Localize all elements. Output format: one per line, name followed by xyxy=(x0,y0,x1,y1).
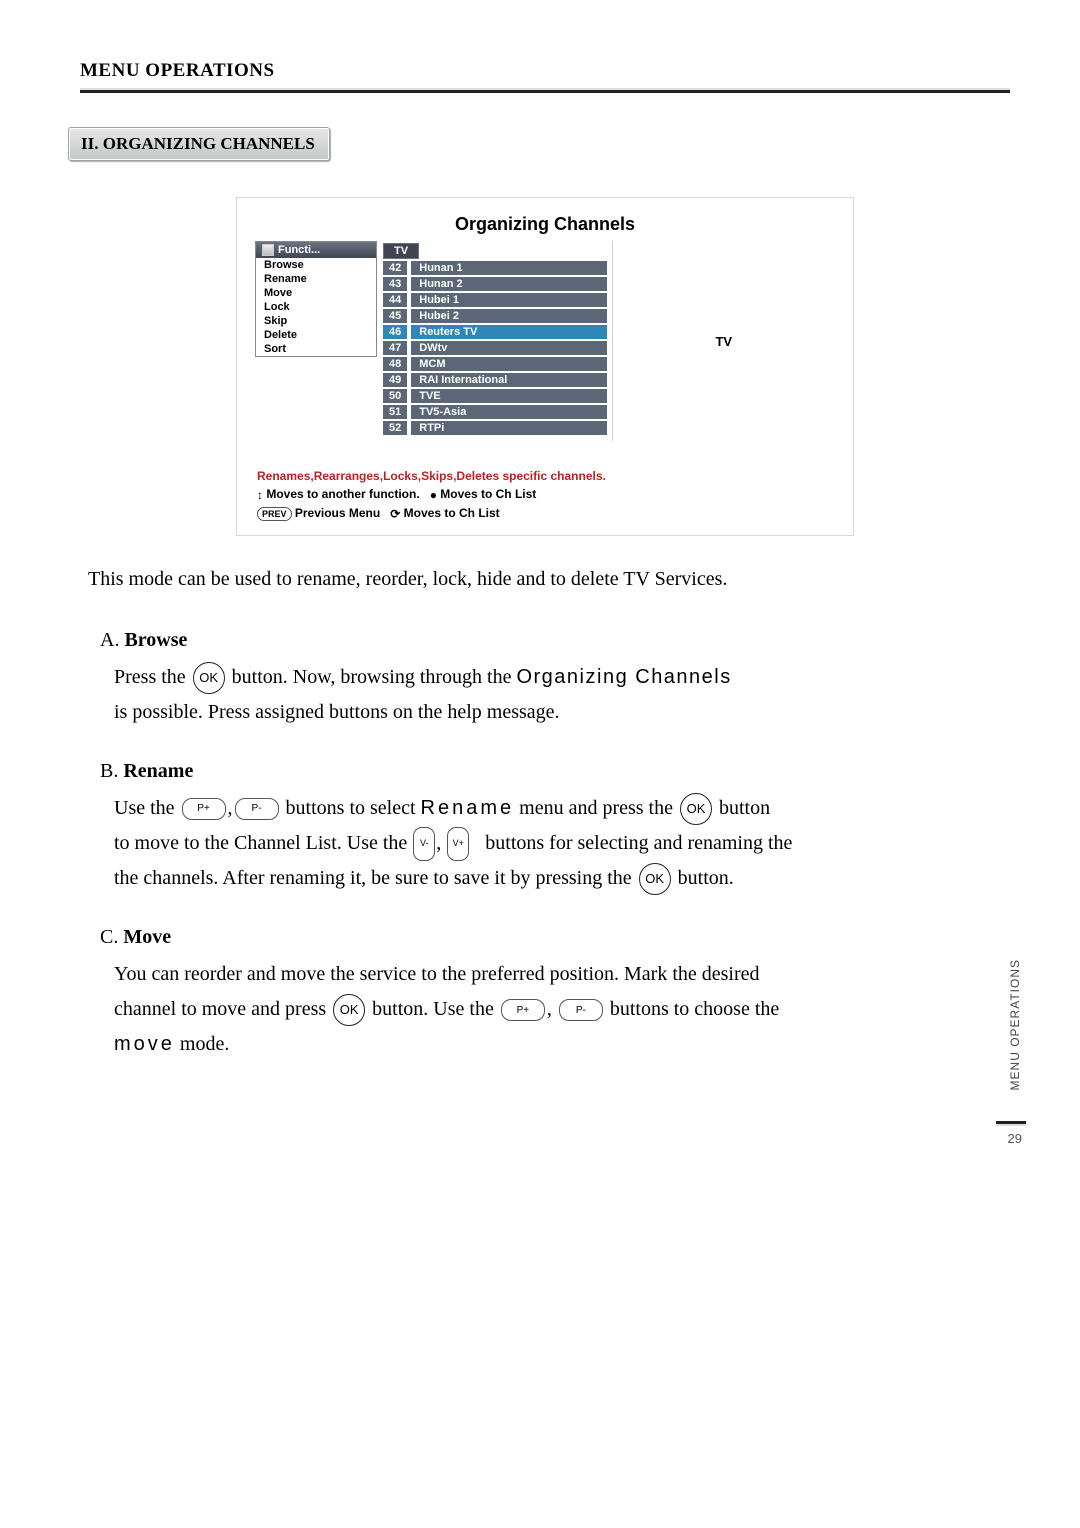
osd-function-header: Functi... xyxy=(256,242,376,258)
subsection-body: Use the P+,P- buttons to select Rename m… xyxy=(114,791,894,896)
osd-channel-number: 44 xyxy=(383,293,407,307)
osd-channel-number: 49 xyxy=(383,373,407,387)
manual-page: MENU OPERATIONS II. ORGANIZING CHANNELS … xyxy=(0,0,1080,1528)
osd-channel-name: RTPi xyxy=(411,421,607,435)
osd-channel-name: Reuters TV xyxy=(411,325,607,339)
osd-body: Functi... BrowseRenameMoveLockSkipDelete… xyxy=(255,241,835,441)
side-rule xyxy=(996,1121,1026,1126)
osd-function-item: Browse xyxy=(256,258,376,272)
prev-key-icon: PREV xyxy=(257,507,292,521)
osd-function-panel: Functi... BrowseRenameMoveLockSkipDelete… xyxy=(255,241,377,357)
ok-button-icon: OK xyxy=(333,994,365,1026)
osd-term: move xyxy=(114,1033,175,1055)
osd-channel-row: 49 RAI International xyxy=(383,373,606,387)
osd-channel-number: 45 xyxy=(383,309,407,323)
osd-channel-number: 51 xyxy=(383,405,407,419)
p-plus-button-icon: P+ xyxy=(501,999,545,1021)
osd-function-item: Delete xyxy=(256,328,376,342)
osd-term: Rename xyxy=(421,797,515,819)
intro-text: This mode can be used to rename, reorder… xyxy=(88,564,1010,595)
osd-channel-number: 50 xyxy=(383,389,407,403)
osd-channel-name: Hubei 2 xyxy=(411,309,607,323)
osd-function-item: Rename xyxy=(256,272,376,286)
osd-channel-row: 46 Reuters TV xyxy=(383,325,606,339)
osd-channel-panel: TV 42Hunan 143Hunan 244Hubei 145Hubei 24… xyxy=(383,241,606,435)
osd-channel-number: 48 xyxy=(383,357,407,371)
osd-channel-name: MCM xyxy=(411,357,607,371)
osd-channel-number: 42 xyxy=(383,261,407,275)
osd-term: Organizing Channels xyxy=(516,666,731,688)
subsection-move: C. Move You can reorder and move the ser… xyxy=(100,926,1010,1062)
subsection-head: C. Move xyxy=(100,926,1010,949)
panel-icon xyxy=(262,244,274,256)
osd-channel-row: 48 MCM xyxy=(383,357,606,371)
v-minus-button-icon: V- xyxy=(413,827,435,861)
osd-channel-name: Hunan 2 xyxy=(411,277,607,291)
ok-button-icon: OK xyxy=(193,662,225,694)
osd-channel-name: TVE xyxy=(411,389,607,403)
dot-icon: ● xyxy=(430,486,437,504)
osd-channel-name: DWtv xyxy=(411,341,607,355)
osd-function-item: Move xyxy=(256,286,376,300)
section-badge: II. ORGANIZING CHANNELS xyxy=(68,127,330,161)
subsection-body: Press the OK button. Now, browsing throu… xyxy=(114,660,894,730)
osd-function-header-text: Functi... xyxy=(278,244,320,256)
osd-preview: TV xyxy=(612,241,836,441)
section-header: MENU OPERATIONS xyxy=(80,60,1010,88)
osd-function-item: Lock xyxy=(256,300,376,314)
subsection-browse: A. Browse Press the OK button. Now, brow… xyxy=(100,629,1010,730)
osd-preview-label: TV xyxy=(715,334,732,349)
arrows-up-down-icon: ↕ xyxy=(257,486,263,504)
osd-help-desc: Renames,Rearranges,Locks,Skips,Deletes s… xyxy=(257,467,833,485)
osd-tab-tv: TV xyxy=(383,243,419,259)
osd-help: Renames,Rearranges,Locks,Skips,Deletes s… xyxy=(255,467,835,523)
osd-channel-number: 43 xyxy=(383,277,407,291)
osd-channel-row: 47 DWtv xyxy=(383,341,606,355)
osd-help-line2: ↕ Moves to another function. ● Moves to … xyxy=(257,485,833,504)
osd-function-item: Sort xyxy=(256,342,376,356)
osd-function-item: Skip xyxy=(256,314,376,328)
circle-arrows-icon: ⟳ xyxy=(390,505,400,523)
osd-channel-row: 51 TV5-Asia xyxy=(383,405,606,419)
p-minus-button-icon: P- xyxy=(559,999,603,1021)
v-plus-button-icon: V+ xyxy=(447,827,469,861)
osd-channel-name: TV5-Asia xyxy=(411,405,607,419)
ok-button-icon: OK xyxy=(639,863,671,895)
osd-screenshot: Organizing Channels Functi... BrowseRena… xyxy=(236,197,854,536)
osd-channel-name: Hunan 1 xyxy=(411,261,607,275)
osd-channel-row: 42 Hunan 1 xyxy=(383,261,606,275)
p-plus-button-icon: P+ xyxy=(182,798,226,820)
osd-channel-row: 43 Hunan 2 xyxy=(383,277,606,291)
osd-channel-row: 44 Hubei 1 xyxy=(383,293,606,307)
page-number: 29 xyxy=(1008,1131,1022,1146)
header-rule xyxy=(80,88,1010,93)
subsection-body: You can reorder and move the service to … xyxy=(114,957,894,1062)
osd-channel-number: 52 xyxy=(383,421,407,435)
ok-button-icon: OK xyxy=(680,793,712,825)
osd-title: Organizing Channels xyxy=(255,214,835,235)
subsection-rename: B. Rename Use the P+,P- buttons to selec… xyxy=(100,760,1010,896)
osd-channel-name: RAI International xyxy=(411,373,607,387)
osd-channel-number: 46 xyxy=(383,325,407,339)
osd-help-line3: PREV Previous Menu ⟳ Moves to Ch List xyxy=(257,504,833,523)
p-minus-button-icon: P- xyxy=(235,798,279,820)
osd-channel-row: 52 RTPi xyxy=(383,421,606,435)
subsection-head: A. Browse xyxy=(100,629,1010,652)
subsection-head: B. Rename xyxy=(100,760,1010,783)
osd-channel-number: 47 xyxy=(383,341,407,355)
side-tab: MENU OPERATIONS xyxy=(1006,951,1024,1098)
osd-channel-row: 50 TVE xyxy=(383,389,606,403)
osd-channel-name: Hubei 1 xyxy=(411,293,607,307)
osd-channel-row: 45 Hubei 2 xyxy=(383,309,606,323)
